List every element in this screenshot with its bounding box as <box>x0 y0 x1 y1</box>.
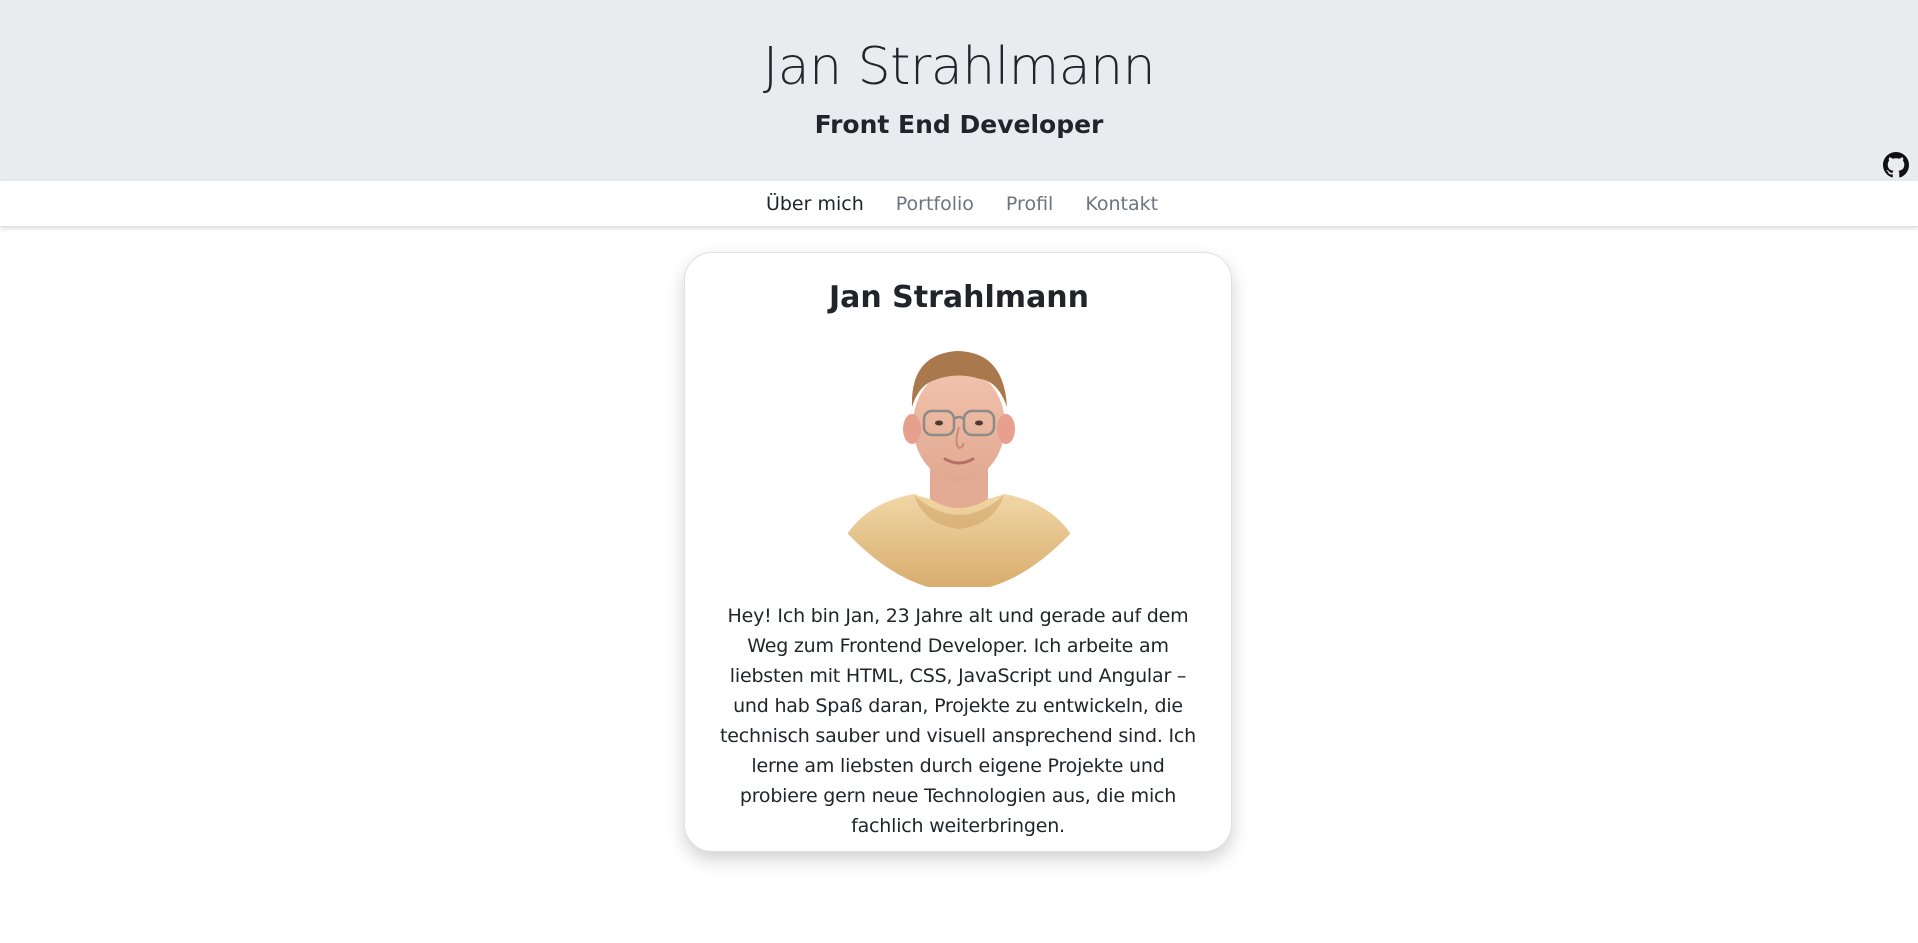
page: Jan Strahlmann Front End Developer Über … <box>0 0 1918 943</box>
nav-item-about: Über mich <box>766 191 864 217</box>
nav-item-portfolio: Portfolio <box>896 191 974 217</box>
about-card: Jan Strahlmann Hey! Ich bin Jan, 23 Jahr… <box>684 252 1232 852</box>
nav-link-profile[interactable]: Profil <box>1006 193 1053 215</box>
nav-link-contact[interactable]: Kontakt <box>1085 193 1158 215</box>
site-header: Jan Strahlmann Front End Developer <box>0 0 1918 181</box>
card-title: Jan Strahlmann <box>828 280 1090 315</box>
about-text: Hey! Ich bin Jan, 23 Jahre alt und gerad… <box>720 605 1196 837</box>
main-nav: Über mich Portfolio Profil Kontakt <box>0 181 1918 227</box>
profile-photo <box>848 329 1070 587</box>
nav-item-contact: Kontakt <box>1085 191 1158 217</box>
site-title: Jan Strahlmann <box>762 37 1156 97</box>
nav-list: Über mich Portfolio Profil Kontakt <box>760 191 1158 217</box>
nav-link-portfolio[interactable]: Portfolio <box>896 193 974 215</box>
nav-link-about[interactable]: Über mich <box>766 193 864 215</box>
github-icon <box>1883 152 1909 178</box>
site-subtitle: Front End Developer <box>814 110 1104 139</box>
github-link[interactable] <box>1883 152 1909 178</box>
nav-item-profile: Profil <box>1006 191 1053 217</box>
